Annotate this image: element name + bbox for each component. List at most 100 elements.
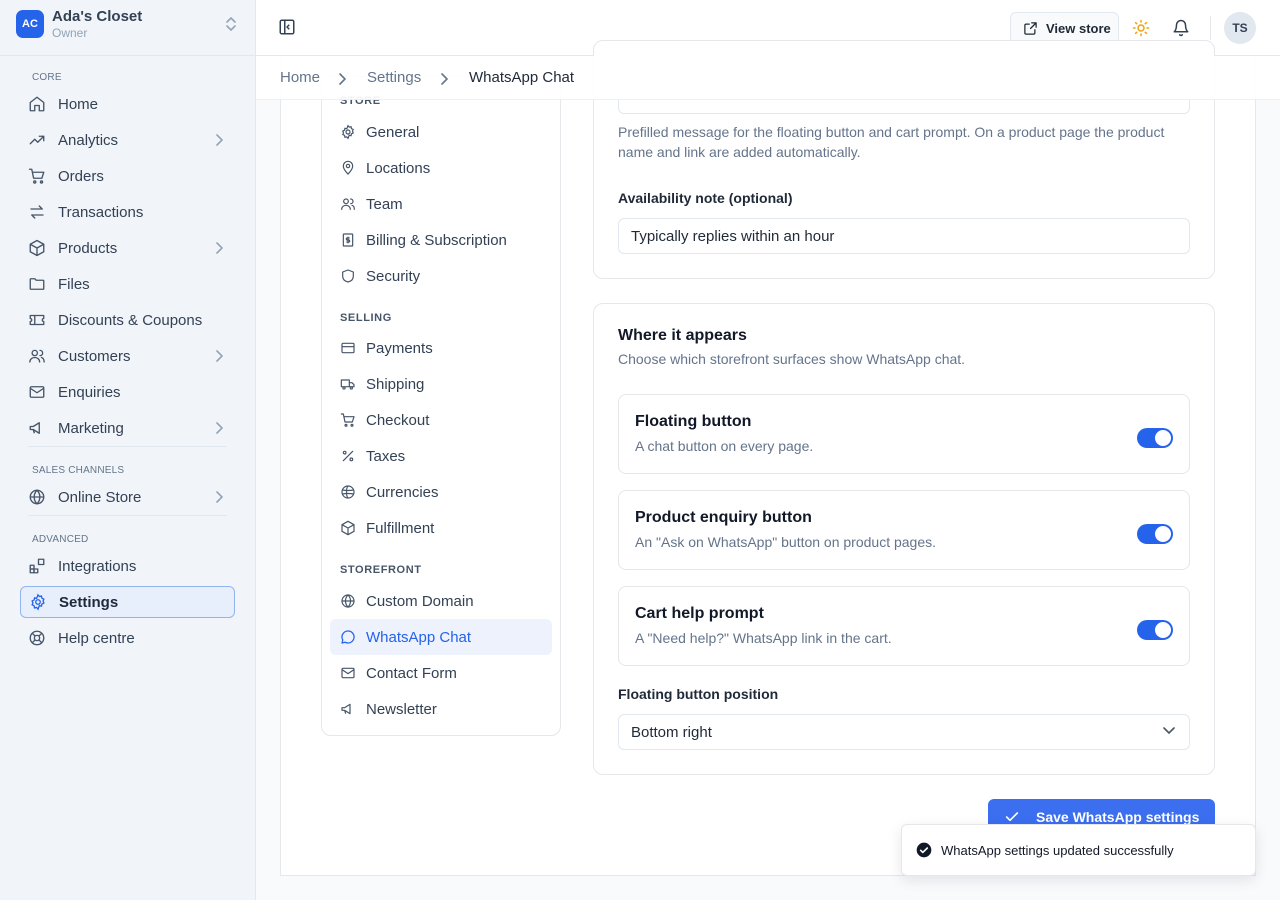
chevrons-up-down-icon [224, 16, 238, 32]
arrows-exchange-icon [28, 203, 46, 221]
success-toast: WhatsApp settings updated successfully [901, 824, 1256, 876]
blocks-icon [28, 557, 46, 575]
sidebar-item-orders[interactable]: Orders [20, 160, 235, 192]
users-icon [340, 196, 356, 212]
check-circle-icon [916, 842, 932, 858]
settings-item-billing[interactable]: Billing & Subscription [330, 222, 552, 258]
option-floating-button: Floating button A chat button on every p… [618, 394, 1190, 474]
settings-item-payments[interactable]: Payments [330, 330, 552, 366]
product-enquiry-toggle[interactable] [1137, 524, 1173, 544]
sidebar-item-integrations[interactable]: Integrations [20, 550, 235, 582]
settings-item-whatsapp-chat[interactable]: WhatsApp Chat [330, 619, 552, 655]
chevron-right-icon [215, 349, 223, 363]
sidebar-item-customers[interactable]: Customers [20, 340, 235, 372]
megaphone-icon [340, 701, 356, 717]
breadcrumb-home[interactable]: Home [280, 69, 320, 86]
settings-item-newsletter[interactable]: Newsletter [330, 691, 552, 727]
cart-icon [28, 167, 46, 185]
sidebar-item-files[interactable]: Files [20, 268, 235, 300]
gear-icon [29, 593, 47, 611]
sidebar-item-transactions[interactable]: Transactions [20, 196, 235, 228]
breadcrumb: Home Settings WhatsApp Chat [256, 56, 1280, 100]
nav-section-advanced: ADVANCED [32, 534, 89, 545]
settings-item-custom-domain[interactable]: Custom Domain [330, 583, 552, 619]
chevron-right-icon [338, 72, 346, 86]
sidebar-item-label: Enquiries [58, 383, 121, 401]
settings-item-label: Taxes [366, 447, 406, 465]
sidebar-item-help-centre[interactable]: Help centre [20, 622, 235, 654]
store-avatar: AC [16, 10, 44, 38]
store-switcher[interactable]: AC Ada's Closet Owner [0, 0, 256, 56]
settings-section-selling: SELLING [340, 312, 392, 324]
breadcrumb-settings[interactable]: Settings [367, 69, 421, 86]
settings-item-label: WhatsApp Chat [366, 628, 472, 646]
package-icon [340, 520, 356, 536]
settings-item-team[interactable]: Team [330, 186, 552, 222]
settings-item-checkout[interactable]: Checkout [330, 402, 552, 438]
sidebar-item-settings[interactable]: Settings [20, 586, 235, 618]
chevron-right-icon [215, 133, 223, 147]
sidebar-item-online-store[interactable]: Online Store [20, 481, 235, 513]
settings-item-fulfillment[interactable]: Fulfillment [330, 510, 552, 546]
option-cart-help-prompt: Cart help prompt A "Need help?" WhatsApp… [618, 586, 1190, 666]
floating-position-select[interactable]: Bottom right [618, 714, 1190, 750]
settings-item-label: Contact Form [366, 664, 457, 682]
settings-item-label: Payments [366, 339, 433, 357]
sidebar-item-enquiries[interactable]: Enquiries [20, 376, 235, 408]
sidebar-item-home[interactable]: Home [20, 88, 235, 120]
option-product-enquiry-button: Product enquiry button An "Ask on WhatsA… [618, 490, 1190, 570]
sidebar-item-products[interactable]: Products [20, 232, 235, 264]
settings-item-label: Fulfillment [366, 519, 435, 537]
sidebar-item-discounts[interactable]: Discounts & Coupons [20, 304, 235, 336]
settings-item-locations[interactable]: Locations [330, 150, 552, 186]
settings-item-taxes[interactable]: Taxes [330, 438, 552, 474]
cart-help-toggle[interactable] [1137, 620, 1173, 640]
save-button-label: Save WhatsApp settings [1036, 809, 1200, 825]
floating-position-label: Floating button position [618, 686, 779, 702]
nav-divider [28, 515, 227, 516]
settings-item-label: Currencies [366, 483, 439, 501]
shield-icon [340, 268, 356, 284]
gear-icon [340, 124, 356, 140]
toggle-knob [1155, 526, 1171, 542]
truck-icon [340, 376, 356, 392]
box-icon [28, 239, 46, 257]
globe-icon [28, 488, 46, 506]
sidebar-item-label: Home [58, 95, 99, 113]
globe-icon [340, 593, 356, 609]
mail-icon [340, 665, 356, 681]
nav-section-core: CORE [32, 72, 62, 83]
settings-item-label: General [366, 123, 420, 141]
sidebar-item-analytics[interactable]: Analytics [20, 124, 235, 156]
toggle-knob [1155, 622, 1171, 638]
settings-item-contact-form[interactable]: Contact Form [330, 655, 552, 691]
map-pin-icon [340, 160, 356, 176]
breadcrumb-current: WhatsApp Chat [469, 69, 575, 86]
sidebar-item-label: Discounts & Coupons [58, 311, 203, 329]
sun-icon[interactable] [1132, 19, 1150, 37]
chevron-right-icon [440, 72, 448, 86]
chevron-down-icon [1163, 727, 1175, 735]
availability-note-input[interactable]: Typically replies within an hour [618, 218, 1190, 254]
sidebar-item-label: Customers [58, 347, 131, 365]
store-name: Ada's Closet [52, 8, 143, 25]
option-description: A chat button on every page. [635, 438, 814, 454]
sidebar-item-marketing[interactable]: Marketing [20, 412, 235, 444]
topbar-divider [1210, 16, 1211, 40]
bell-icon[interactable] [1172, 19, 1190, 37]
coins-icon [340, 484, 356, 500]
settings-item-label: Billing & Subscription [366, 231, 507, 249]
user-avatar[interactable]: TS [1224, 12, 1256, 44]
settings-item-security[interactable]: Security [330, 258, 552, 294]
view-store-label: View store [1046, 20, 1111, 36]
credit-card-icon [340, 340, 356, 356]
settings-item-currencies[interactable]: Currencies [330, 474, 552, 510]
floating-button-toggle[interactable] [1137, 428, 1173, 448]
users-icon [28, 347, 46, 365]
percent-icon [340, 448, 356, 464]
option-description: An "Ask on WhatsApp" button on product p… [635, 534, 937, 550]
settings-item-general[interactable]: General [330, 114, 552, 150]
sidebar-toggle-icon[interactable] [278, 18, 296, 36]
settings-item-shipping[interactable]: Shipping [330, 366, 552, 402]
folder-icon [28, 275, 46, 293]
